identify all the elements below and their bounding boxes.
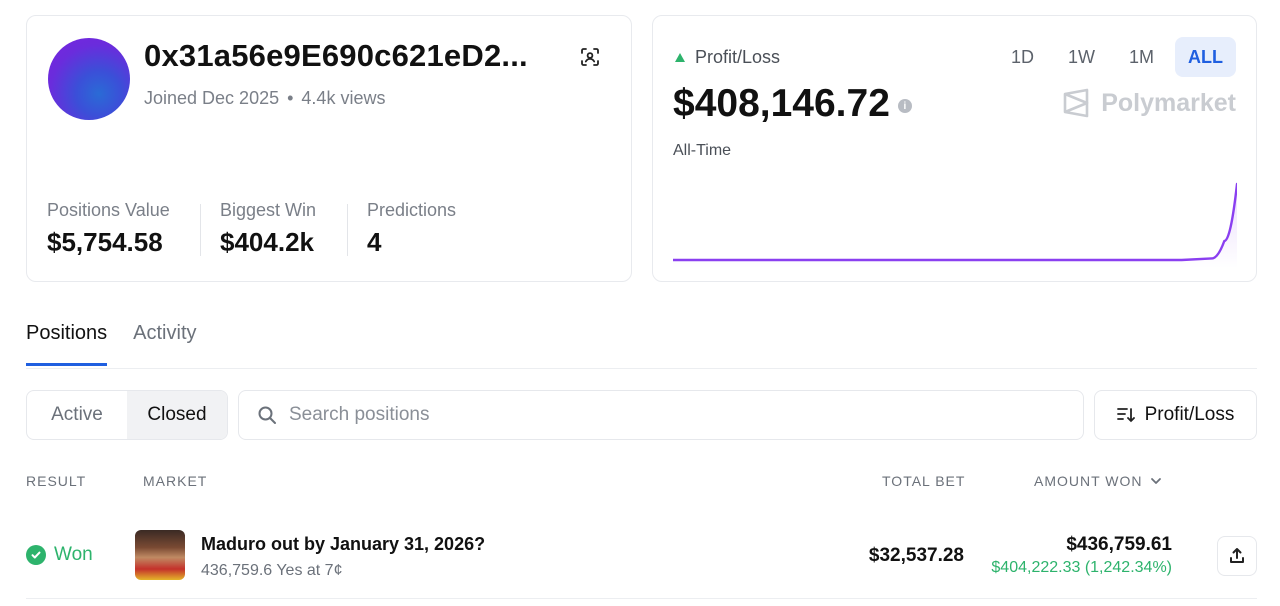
main-tabs: Positions Activity	[26, 322, 197, 366]
sort-button[interactable]: Profit/Loss	[1094, 390, 1257, 440]
segment-closed[interactable]: Closed	[127, 391, 227, 439]
username: 0x31a56e9E690c621eD2...	[144, 38, 528, 73]
search-input[interactable]	[289, 404, 989, 426]
header-market: MARKET	[143, 473, 208, 489]
amount-won-value: $436,759.61	[1066, 534, 1172, 555]
sort-label: Profit/Loss	[1144, 404, 1235, 425]
header-total-bet: TOTAL BET	[882, 473, 966, 489]
info-icon[interactable]: i	[897, 99, 912, 113]
result-badge: Won	[26, 544, 93, 566]
pnl-amount: $408,146.72	[673, 82, 890, 125]
stat-divider	[347, 204, 348, 256]
pnl-value: $408,146.72 i	[673, 82, 912, 126]
row-divider	[26, 598, 1257, 599]
search-box	[238, 390, 1084, 440]
pnl-sparkline	[673, 182, 1237, 268]
stat-label: Predictions	[367, 200, 457, 220]
segment-active[interactable]: Active	[27, 391, 127, 439]
tab-positions[interactable]: Positions	[26, 322, 108, 366]
range-tab-1w[interactable]: 1W	[1055, 37, 1108, 77]
stat-label: Biggest Win	[220, 200, 317, 220]
check-circle-icon	[26, 545, 46, 565]
polymarket-logo-icon	[1063, 88, 1089, 118]
joined-date: Joined Dec 2025	[144, 88, 280, 108]
polymarket-brand: Polymarket	[1063, 88, 1236, 118]
header-amount-won-label: AMOUNT WON	[1034, 473, 1143, 489]
tab-activity[interactable]: Activity	[133, 322, 196, 366]
stat-value: $404.2k	[220, 227, 314, 257]
total-bet-value: $32,537.28	[868, 545, 964, 566]
sort-icon	[1116, 408, 1135, 423]
market-thumbnail[interactable]	[135, 530, 185, 580]
header-result: RESULT	[26, 473, 87, 489]
stat-label: Positions Value	[47, 200, 170, 220]
pnl-label: Profit/Loss	[675, 47, 780, 68]
result-label: Won	[54, 544, 93, 565]
range-tab-1d[interactable]: 1D	[998, 37, 1047, 77]
range-tab-all[interactable]: ALL	[1175, 37, 1236, 77]
pnl-label-text: Profit/Loss	[695, 47, 781, 67]
up-triangle-icon	[675, 53, 685, 62]
brand-name: Polymarket	[1101, 88, 1236, 117]
range-tabs: 1D 1W 1M ALL	[998, 37, 1236, 77]
header-amount-won[interactable]: AMOUNT WON	[1034, 473, 1163, 489]
position-status-toggle: Active Closed	[26, 390, 228, 440]
stat-biggest-win: Biggest Win $404.2k	[220, 200, 316, 258]
sparkline-area	[673, 184, 1237, 268]
pnl-card: Profit/Loss $408,146.72 i All-Time 1D 1W…	[652, 15, 1257, 282]
range-tab-1m[interactable]: 1M	[1116, 37, 1167, 77]
share-icon	[1230, 548, 1244, 563]
view-count: 4.4k views	[301, 88, 386, 108]
avatar[interactable]	[48, 38, 130, 120]
scan-icon[interactable]	[580, 47, 600, 67]
sparkline-line	[673, 182, 1237, 262]
search-icon	[258, 406, 276, 424]
meta-separator: •	[287, 88, 294, 108]
pnl-period: All-Time	[673, 142, 732, 159]
market-title[interactable]: Maduro out by January 31, 2026?	[201, 534, 485, 555]
stat-positions-value: Positions Value $5,754.58	[47, 200, 170, 258]
profile-meta: Joined Dec 2025 • 4.4k views	[144, 88, 385, 109]
share-button[interactable]	[1217, 536, 1257, 576]
amount-gain-value: $404,222.33 (1,242.34%)	[991, 559, 1172, 576]
market-position-detail: 436,759.6 Yes at 7¢	[201, 562, 343, 579]
stat-value: 4	[367, 227, 382, 257]
chevron-down-icon	[1150, 478, 1161, 484]
stat-predictions: Predictions 4	[367, 200, 456, 258]
profile-card: 0x31a56e9E690c621eD2... Joined Dec 2025 •…	[26, 15, 632, 282]
tabs-divider	[26, 368, 1257, 369]
stat-divider	[200, 204, 201, 256]
stat-value: $5,754.58	[47, 227, 163, 257]
